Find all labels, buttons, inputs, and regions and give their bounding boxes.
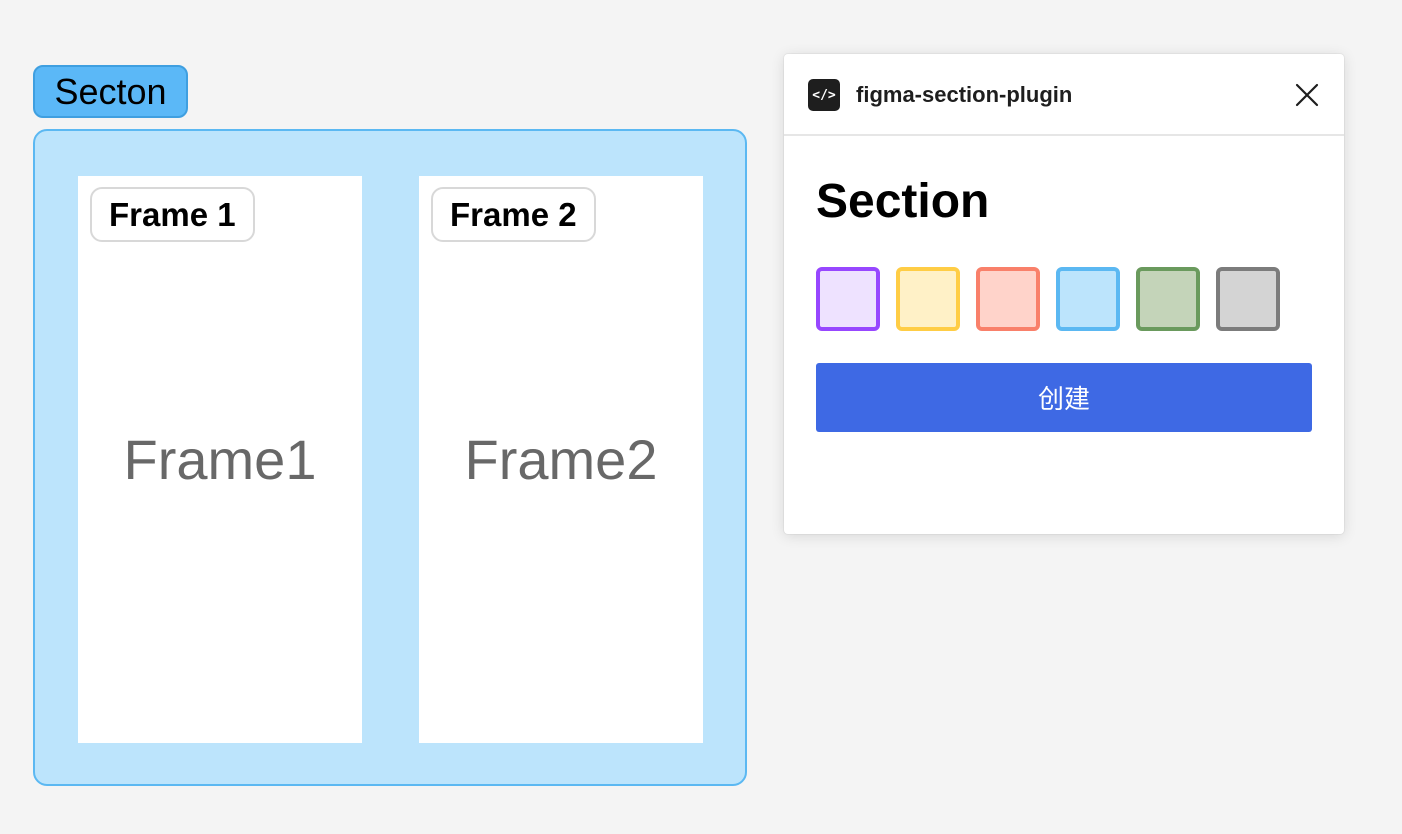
color-swatches — [816, 267, 1280, 331]
frame-2[interactable]: Frame 2 Frame2 — [419, 176, 703, 743]
frame-1-tag: Frame 1 — [90, 187, 255, 242]
section-container[interactable]: Frame 1 Frame1 Frame 2 Frame2 — [33, 129, 747, 786]
frame-2-content-text: Frame2 — [464, 428, 658, 491]
create-button[interactable]: 创建 — [816, 363, 1312, 432]
frame-2-tag: Frame 2 — [431, 187, 596, 242]
code-icon: </> — [808, 79, 840, 111]
frame-1[interactable]: Frame 1 Frame1 — [78, 176, 362, 743]
swatch-green[interactable] — [1136, 267, 1200, 331]
swatch-blue[interactable] — [1056, 267, 1120, 331]
swatch-purple[interactable] — [816, 267, 880, 331]
close-icon[interactable] — [1292, 80, 1322, 110]
frame-1-content-text: Frame1 — [123, 428, 317, 491]
plugin-title: figma-section-plugin — [856, 82, 1073, 107]
section-label[interactable]: Secton — [33, 65, 188, 118]
swatch-yellow[interactable] — [896, 267, 960, 331]
plugin-window: </> figma-section-plugin Section 创建 — [784, 54, 1344, 534]
plugin-header: </> figma-section-plugin — [784, 54, 1344, 136]
plugin-heading: Section — [816, 175, 990, 228]
swatch-gray[interactable] — [1216, 267, 1280, 331]
swatch-red[interactable] — [976, 267, 1040, 331]
